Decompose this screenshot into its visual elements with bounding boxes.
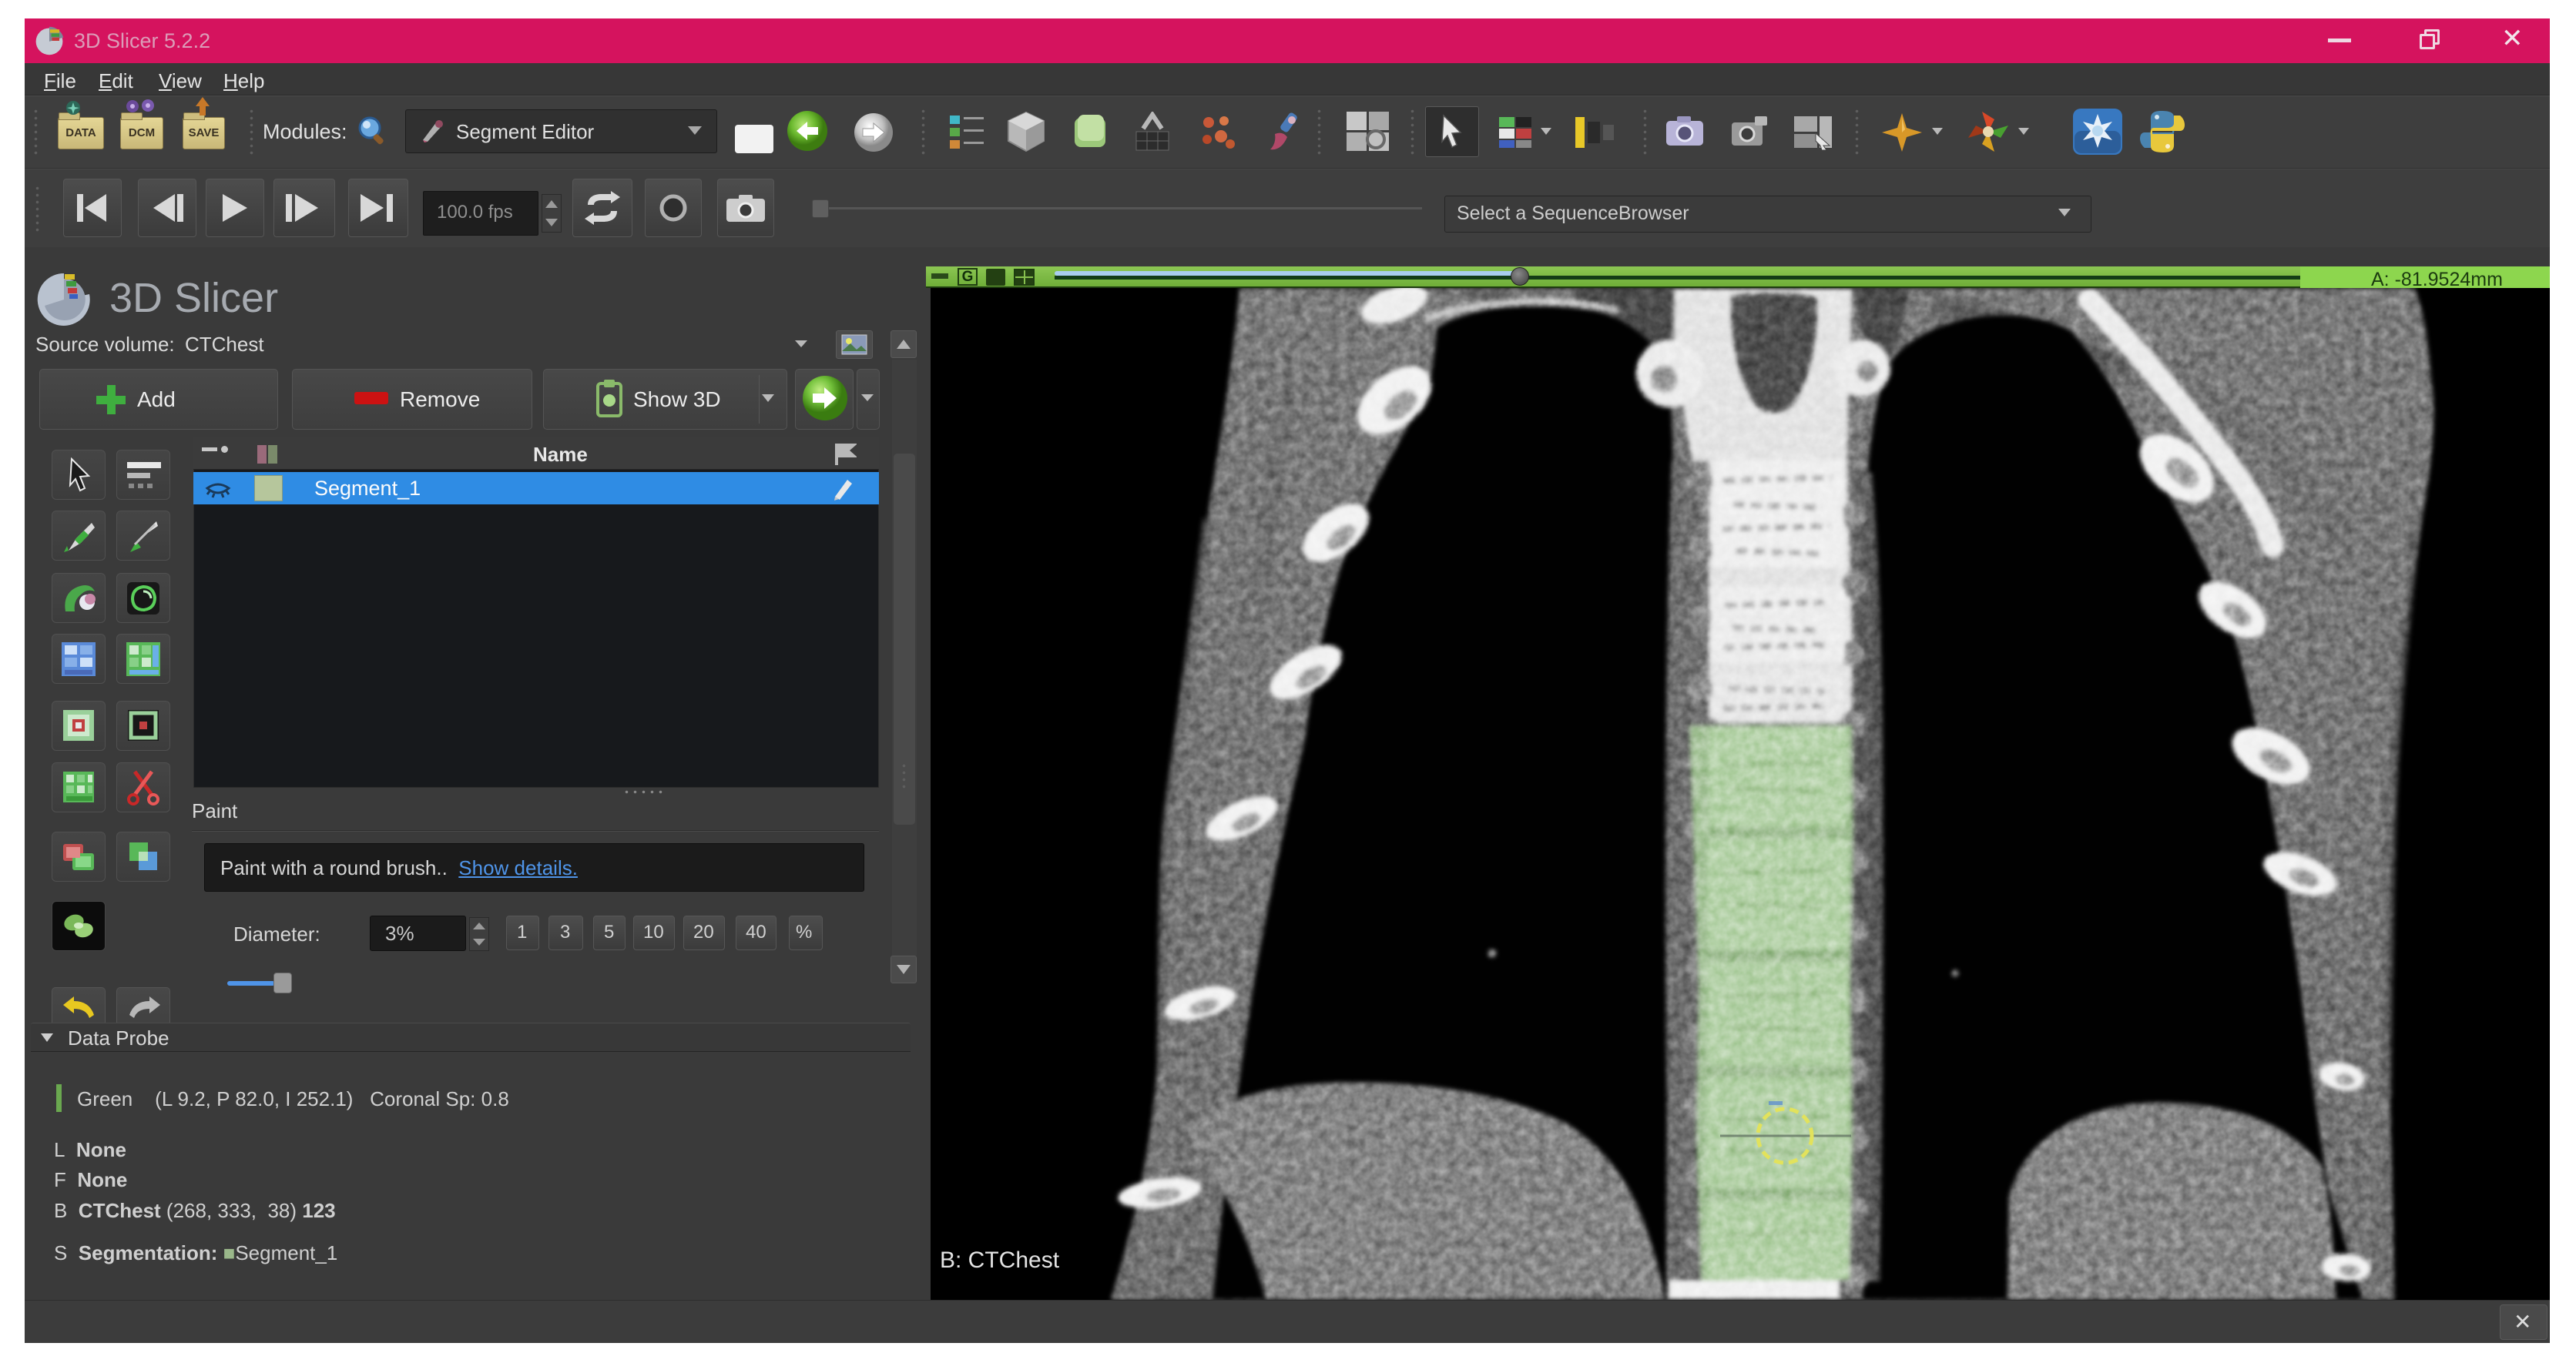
svg-text:B: CTChest: B: CTChest	[940, 1247, 1060, 1273]
